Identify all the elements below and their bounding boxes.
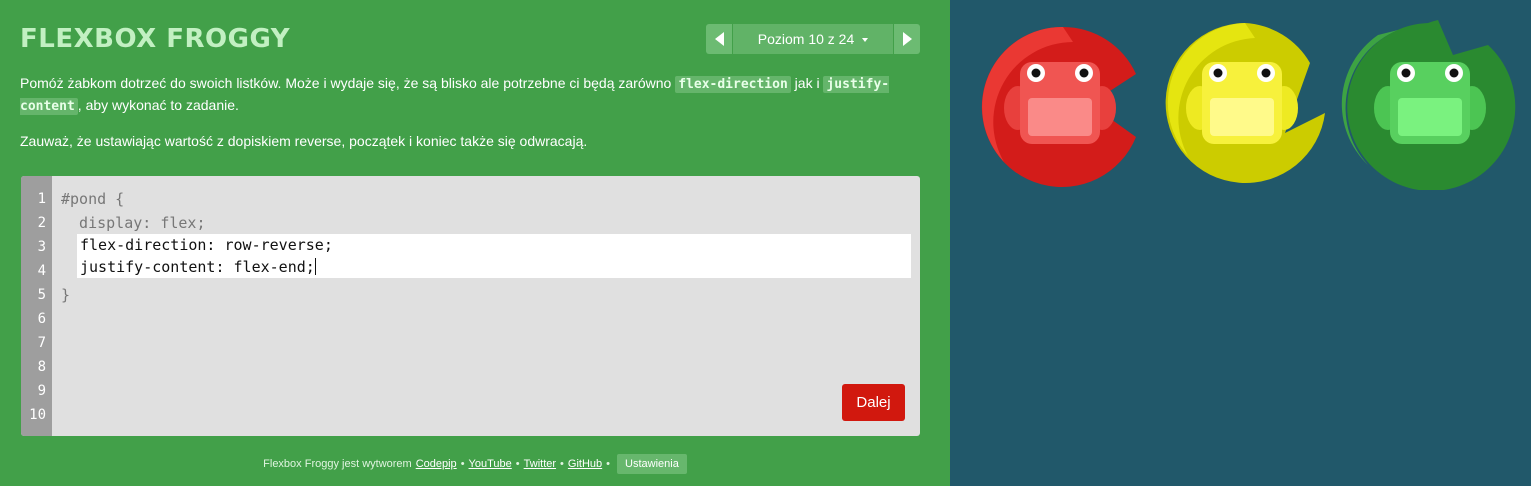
youtube-link[interactable]: YouTube [469,458,512,470]
next-level-button[interactable] [894,24,920,54]
instructions-text-2: jak i [790,75,824,91]
line-number: 6 [37,311,46,327]
frog-red [1004,62,1116,144]
level-indicator-dropdown[interactable]: Poziom 10 z 24 [733,24,893,54]
frog-green [1374,62,1486,144]
credits-prefix: Flexbox Froggy jest wytworem [263,458,412,470]
caret-down-icon [862,38,869,42]
credits-footer: Flexbox Froggy jest wytworem Codepip • Y… [0,454,950,474]
input-line-justify-content: justify-content: flex-end; [80,256,316,278]
instructions-text-3: , aby wykonać to zadanie. [77,97,239,113]
instructions-paragraph-1: Pomóż żabkom dotrzeć do swoich listków. … [20,73,900,117]
frog-yellow [1186,62,1298,144]
code-editor: 1 2 3 4 5 6 7 8 9 10 #pond { display: fl… [21,176,920,436]
arrow-left-icon [714,32,724,46]
instructions-paragraph-2: Zauważ, że ustawiając wartość z dopiskie… [20,133,588,149]
separator: • [560,458,564,470]
line-number: 1 [37,191,46,207]
separator: • [606,458,611,470]
next-button[interactable]: Dalej [842,384,905,421]
instructions-text-1: Pomóż żabkom dotrzeć do swoich listków. … [20,75,676,91]
code-flex-direction: flex-direction [675,76,791,93]
css-input-textarea[interactable]: flex-direction: row-reverse; justify-con… [77,234,911,278]
game-title: FLEXBOX FROGGY [20,24,291,54]
text-cursor [314,258,316,275]
line-number: 2 [37,215,46,231]
code-line-display: display: flex; [61,214,206,232]
instructions: Pomóż żabkom dotrzeć do swoich listków. … [20,73,900,165]
line-number-gutter: 1 2 3 4 5 6 7 8 9 10 [21,176,52,436]
line-number: 10 [29,407,46,423]
separator: • [515,458,520,470]
separator: • [460,458,465,470]
pond-board [950,0,1531,486]
line-number: 8 [37,359,46,375]
twitter-link[interactable]: Twitter [524,458,556,470]
github-link[interactable]: GitHub [568,458,602,470]
level-indicator-label: Poziom 10 z 24 [757,31,855,47]
line-number: 4 [37,263,46,279]
previous-level-button[interactable] [706,24,732,54]
input-line-justify-content-text: justify-content: flex-end; [80,258,315,276]
level-navigation: Poziom 10 z 24 [706,24,920,54]
line-number: 5 [37,287,46,303]
code-line-close-brace: } [61,286,71,304]
line-number: 3 [37,239,46,255]
sidebar: FLEXBOX FROGGY Poziom 10 z 24 Pomóż żabk… [0,0,950,486]
settings-button[interactable]: Ustawienia [617,454,687,474]
code-line-selector: #pond { [61,190,125,208]
arrow-right-icon [902,32,912,46]
line-number: 7 [37,335,46,351]
line-number: 9 [37,383,46,399]
input-line-flex-direction: flex-direction: row-reverse; [80,236,333,254]
codepip-link[interactable]: Codepip [416,458,457,470]
